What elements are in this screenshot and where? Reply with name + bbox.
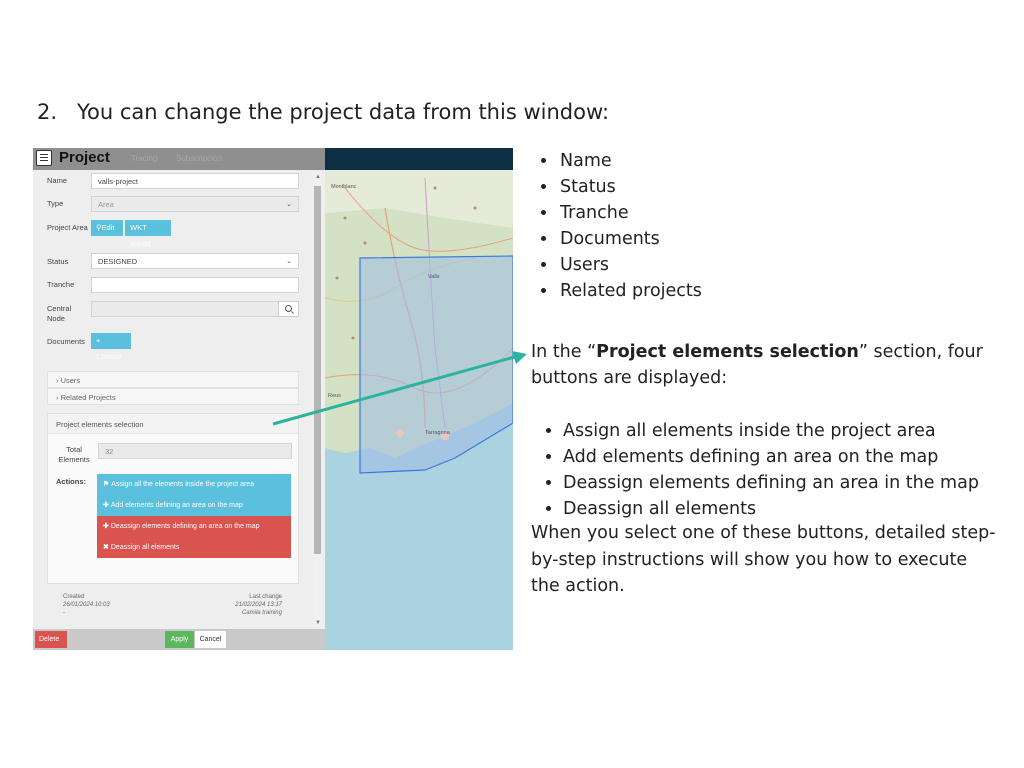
- elements-selection-section: Project elements selection Total Element…: [47, 413, 299, 584]
- plus-icon: ✚: [103, 523, 109, 530]
- created-info: Created 26/01/2024 10:03 -: [63, 593, 110, 617]
- chevron-right-icon: ›: [56, 376, 59, 385]
- last-change-user: Camila training: [241, 610, 282, 616]
- total-elements-value: 32: [98, 443, 292, 459]
- project-panel-header: Project Tracing Subscripción: [33, 148, 325, 170]
- section-name: Project elements selection: [596, 342, 859, 362]
- scrollbar-thumb[interactable]: [314, 186, 321, 554]
- feature-item: Status: [558, 174, 702, 200]
- times-icon: ✖: [103, 544, 109, 551]
- feature-item: Users: [558, 252, 702, 278]
- assign-all-button[interactable]: ⚑ Assign all the elements inside the proj…: [97, 474, 291, 495]
- flag-icon: ⚑: [103, 481, 110, 488]
- edit-area-button[interactable]: ⚲Edit: [91, 220, 123, 236]
- tranche-input[interactable]: [91, 277, 299, 293]
- add-elements-button[interactable]: ✚ Add elements defining an area on the ma…: [97, 495, 291, 516]
- apply-button[interactable]: Apply: [165, 631, 194, 648]
- type-label: Type: [47, 199, 64, 208]
- search-icon[interactable]: [278, 301, 299, 317]
- deassign-area-button[interactable]: ✚ Deassign elements defining an area on t…: [97, 516, 291, 537]
- type-select[interactable]: Area ⌄: [91, 196, 299, 212]
- documents-label: Documents: [47, 337, 85, 346]
- status-value: DESIGNED: [98, 257, 138, 266]
- project-panel: Project Tracing Subscripción Name valls-…: [33, 148, 325, 650]
- closing-text: When you select one of these buttons, de…: [531, 523, 996, 596]
- project-area-label: Project Area: [47, 223, 88, 232]
- map-view[interactable]: Montblanc Valls Reus Tarragona: [325, 148, 513, 650]
- chevron-down-icon: ⌄: [286, 258, 292, 265]
- tab-subscription[interactable]: Subscripción: [176, 154, 222, 163]
- panel-footer: Delete Apply Cancel: [33, 629, 325, 650]
- related-projects-section[interactable]: › Related Projects: [47, 388, 299, 405]
- add-elements-label: Add elements defining an area on the map: [110, 502, 243, 509]
- central-node-label: Central Node: [47, 304, 72, 323]
- feature-item: Documents: [558, 226, 702, 252]
- users-section[interactable]: › Users: [47, 371, 299, 388]
- section-prefix: In the “: [531, 342, 597, 362]
- name-input[interactable]: valls-project: [91, 173, 299, 189]
- step-heading: 2. You can change the project data from t…: [37, 100, 609, 124]
- assign-all-label: Assign all the elements inside the proje…: [111, 481, 255, 488]
- map-label-tarragona: Tarragona: [425, 430, 450, 436]
- scroll-down-icon[interactable]: ▼: [315, 620, 321, 626]
- elements-selection-header: Project elements selection: [48, 414, 298, 434]
- actions-label: Actions:: [56, 477, 86, 486]
- created-date: 26/01/2024 10:03: [63, 602, 110, 608]
- plus-icon: ✚: [103, 502, 109, 509]
- last-change-date: 21/02/2024 13:17: [235, 602, 282, 608]
- wkt-import-button[interactable]: WKT import: [125, 220, 171, 248]
- last-change-info: Last change 21/02/2024 13:17 Camila trai…: [193, 593, 282, 617]
- tranche-label: Tranche: [47, 280, 75, 289]
- button-item: Assign all elements inside the project a…: [563, 418, 979, 444]
- last-change-label: Last change: [249, 594, 282, 600]
- chevron-down-icon: ⌄: [286, 201, 292, 208]
- step-heading-text: You can change the project data from thi…: [77, 100, 610, 124]
- cancel-button[interactable]: Cancel: [195, 631, 226, 648]
- chevron-right-icon: ›: [56, 393, 59, 402]
- feature-item: Tranche: [558, 200, 702, 226]
- map-label-reus: Reus: [328, 393, 341, 399]
- users-section-label: Users: [60, 376, 81, 385]
- map-canvas: [325, 148, 513, 650]
- tab-tracing[interactable]: Tracing: [131, 154, 157, 163]
- section-description: In the “Project elements selection” sect…: [531, 339, 1011, 391]
- created-by: -: [63, 610, 65, 616]
- button-item: Add elements defining an area on the map: [563, 444, 979, 470]
- delete-button[interactable]: Delete: [35, 631, 67, 648]
- project-list-icon: [36, 150, 52, 166]
- step-number: 2.: [37, 100, 58, 124]
- button-item: Deassign all elements: [563, 496, 979, 522]
- deassign-all-label: Deassign all elements: [110, 544, 180, 551]
- feature-item: Related projects: [558, 278, 702, 304]
- type-value: Area: [98, 200, 114, 209]
- total-elements-label: Total Elements: [58, 445, 90, 464]
- choose-documents-button[interactable]: + Choose: [91, 333, 131, 361]
- created-label: Created: [63, 594, 85, 600]
- deassign-all-button[interactable]: ✖ Deassign all elements: [97, 537, 291, 558]
- deassign-area-label: Deassign elements defining an area on th…: [110, 523, 260, 530]
- project-panel-title: Project: [59, 149, 110, 166]
- status-select[interactable]: DESIGNED ⌄: [91, 253, 299, 269]
- feature-item: Name: [558, 148, 702, 174]
- scroll-up-icon[interactable]: ▲: [315, 174, 321, 180]
- central-node-input[interactable]: [91, 301, 279, 317]
- buttons-list: Assign all elements inside the project a…: [541, 418, 979, 522]
- feature-list: Name Status Tranche Documents Users Rela…: [535, 148, 702, 304]
- button-item: Deassign elements defining an area in th…: [563, 470, 979, 496]
- related-projects-label: Related Projects: [60, 393, 116, 402]
- status-label: Status: [47, 257, 69, 266]
- name-label: Name: [47, 176, 68, 185]
- map-label-montblanc: Montblanc: [331, 184, 357, 190]
- edit-area-label: Edit: [101, 223, 115, 232]
- map-label-valls: Valls: [428, 274, 440, 280]
